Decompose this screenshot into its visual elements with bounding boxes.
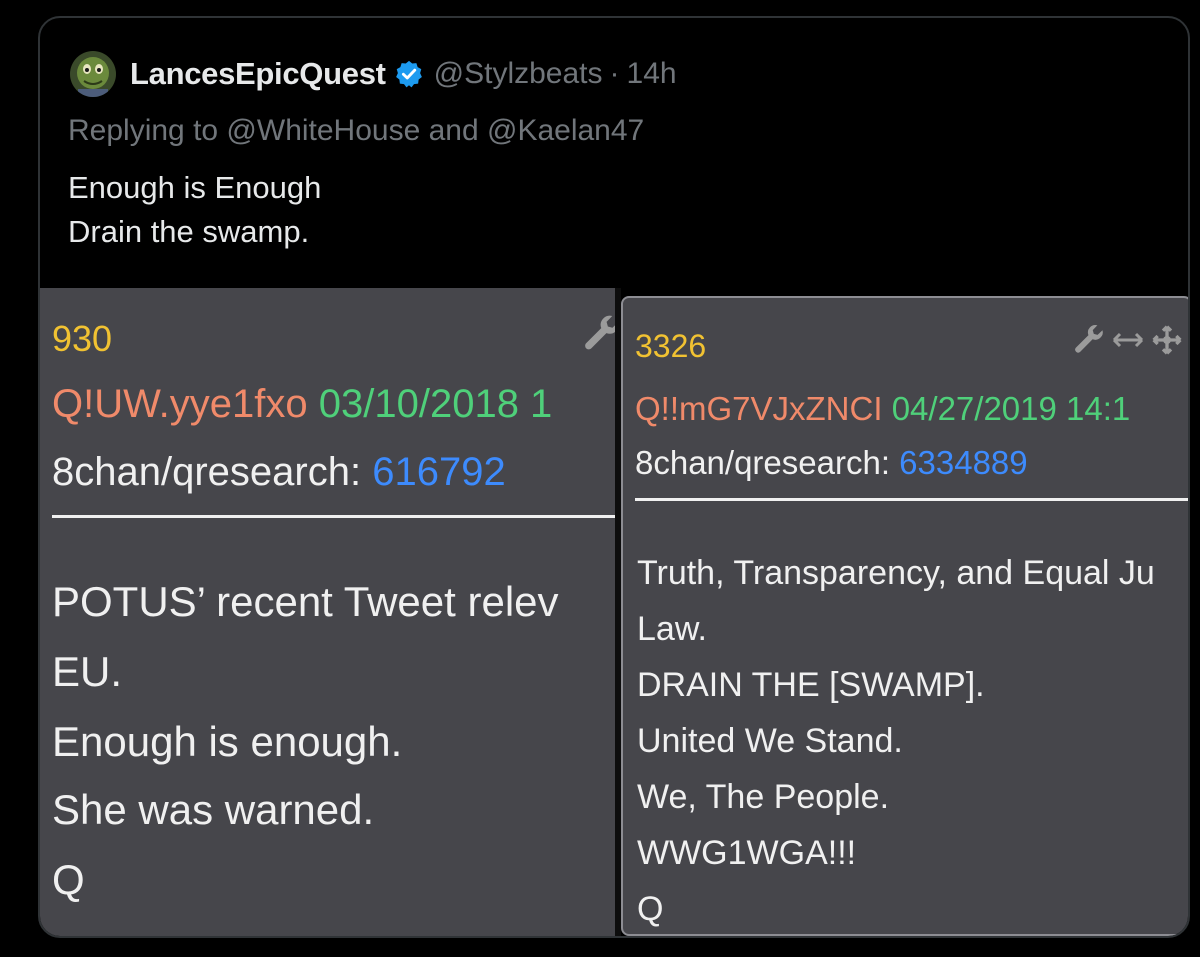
post-meta: Q!!mG7VJxZNCI 04/27/2019 14:1 [635,390,1130,428]
post-line: Enough is enough. [52,718,403,765]
avatar[interactable] [70,51,116,97]
board-line: 8chan/qresearch: 6334889 [635,444,1028,482]
board-name: 8chan/qresearch: [52,450,362,494]
post-date: 04/27/2019 14:1 [891,390,1131,427]
right-post-screenshot: 3326 Q!!mG7VJxZNCI 04/27/2019 14:1 8chan… [621,296,1188,936]
post-line: We, The People. [637,778,890,816]
timestamp[interactable]: 14h [627,57,677,91]
tweet-media[interactable]: 930 Q!UW.yye1fxo 03/10/2018 1 8chan/qres… [40,288,1188,936]
post-line: WWG1WGA!!! [637,834,857,872]
tweet-text: Enough is Enough Drain the swamp. [68,166,321,254]
display-name[interactable]: LancesEpicQuest [130,56,386,92]
post-line: Law. [637,610,707,648]
separator-dot: · [609,57,620,90]
double-arrow-icon [1111,328,1145,357]
post-toolbar [1071,322,1183,363]
tweet-text-line: Enough is Enough [68,170,322,205]
tweet-card[interactable]: LancesEpicQuest @Stylzbeats · 14h Replyi… [38,16,1190,938]
post-date: 03/10/2018 1 [318,382,553,426]
tripcode: Q!!mG7VJxZNCI [635,390,883,427]
wrench-icon [580,312,615,356]
wrench-icon [1071,322,1107,363]
tweet-header: LancesEpicQuest @Stylzbeats · 14h [70,51,677,97]
tripcode: Q!UW.yye1fxo [52,382,308,426]
board-line: 8chan/qresearch: 616792 [52,450,506,495]
verified-badge-icon [394,59,424,89]
move-icon [1151,324,1183,361]
post-line: DRAIN THE [SWAMP]. [637,666,985,704]
left-post-screenshot: 930 Q!UW.yye1fxo 03/10/2018 1 8chan/qres… [40,288,615,936]
post-line: Truth, Transparency, and Equal Ju [637,554,1155,592]
post-meta: Q!UW.yye1fxo 03/10/2018 1 [52,382,552,427]
post-line: Q [637,890,664,928]
post-line: She was warned. [52,786,375,833]
divider [52,515,615,518]
post-line: Q [52,856,85,903]
divider [635,498,1188,501]
board-name: 8chan/qresearch: [635,444,890,481]
post-number: 3326 [635,328,707,364]
post-line: POTUS’ recent Tweet relev [52,578,559,625]
tweet-text-line: Drain the swamp. [68,214,310,249]
post-line: EU. [52,648,123,695]
post-line: United We Stand. [637,722,903,760]
replying-to[interactable]: Replying to @WhiteHouse and @Kaelan47 [68,114,644,148]
post-ref: 616792 [372,450,506,494]
post-ref: 6334889 [899,444,1028,481]
post-number: 930 [52,318,113,359]
user-handle[interactable]: @Stylzbeats [434,57,603,91]
